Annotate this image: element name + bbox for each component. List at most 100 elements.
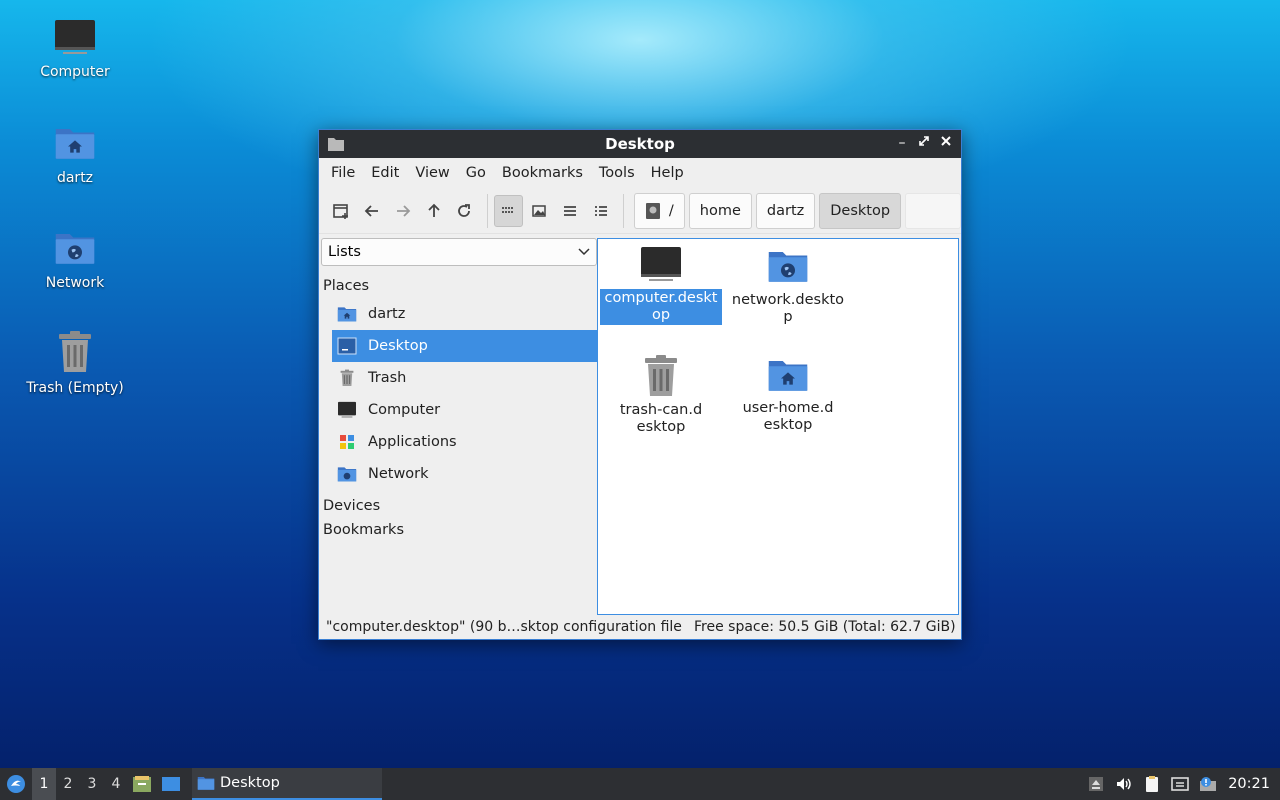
breadcrumb-desktop[interactable]: Desktop xyxy=(819,192,902,229)
home-folder-icon xyxy=(766,354,810,396)
network-status-icon xyxy=(1171,777,1190,791)
back-button[interactable] xyxy=(358,195,387,227)
desktop-icon-computer[interactable]: Computer xyxy=(20,18,130,80)
breadcrumb-dartz[interactable]: dartz xyxy=(755,192,816,229)
menu-go[interactable]: Go xyxy=(458,165,494,181)
close-icon[interactable] xyxy=(939,135,953,151)
window-titlebar[interactable]: Desktop – xyxy=(319,130,961,158)
desktop-icon-home[interactable]: dartz xyxy=(20,122,130,186)
file-manager-window: Desktop – File Edit View Go Bookmarks To… xyxy=(318,129,962,640)
start-menu-button[interactable] xyxy=(0,768,32,800)
new-tab-button[interactable] xyxy=(327,195,356,227)
workspace-1[interactable]: 1 xyxy=(32,768,56,800)
toolbar-separator xyxy=(623,193,624,228)
eject-button[interactable] xyxy=(1082,768,1110,800)
sidebar-item-dartz[interactable]: dartz xyxy=(332,298,597,330)
file-item-computer[interactable]: computer.desktop xyxy=(600,245,722,325)
sidebar-mode-value: Lists xyxy=(328,244,361,260)
network-folder-icon xyxy=(336,464,358,484)
desktop-icon-label: Network xyxy=(45,275,105,291)
sidebar-mode-select[interactable]: Lists xyxy=(321,238,597,266)
menubar: File Edit View Go Bookmarks Tools Help xyxy=(319,158,961,188)
sidebar-item-label: Desktop xyxy=(368,338,428,354)
toolbar: / home dartz Desktop xyxy=(319,188,962,234)
network-status-button[interactable] xyxy=(1166,768,1194,800)
file-item-network[interactable]: network.desktop xyxy=(727,245,849,327)
sidebar-item-computer[interactable]: Computer xyxy=(332,394,597,426)
clock[interactable]: 20:21 xyxy=(1222,776,1280,792)
task-button-label: Desktop xyxy=(220,775,280,791)
file-item-trash[interactable]: trash-can.desktop xyxy=(600,354,722,436)
detailed-list-view-icon xyxy=(594,205,607,216)
up-icon xyxy=(428,203,440,217)
desktop-icon-label: dartz xyxy=(56,170,94,186)
sidebar: Lists Places dartz Desktop Trash Compute… xyxy=(321,238,597,613)
network-folder-icon xyxy=(53,227,97,269)
thumbnail-view-button[interactable] xyxy=(525,195,554,227)
bookmarks-header[interactable]: Bookmarks xyxy=(321,518,597,542)
sidebar-item-trash[interactable]: Trash xyxy=(332,362,597,394)
update-notifier-icon xyxy=(1200,777,1217,791)
notifications-button[interactable] xyxy=(1194,768,1222,800)
icon-view-icon xyxy=(502,206,514,213)
status-free-space: Free space: 50.5 GiB (Total: 62.7 GiB) xyxy=(694,619,956,635)
icon-view-button[interactable] xyxy=(493,194,523,227)
file-view[interactable]: computer.desktop network.desktop trash-c… xyxy=(597,238,959,615)
volume-button[interactable] xyxy=(1110,768,1138,800)
computer-icon xyxy=(338,401,356,418)
computer-icon xyxy=(55,20,95,54)
desktop-icon-label: Computer xyxy=(40,64,110,80)
menu-view[interactable]: View xyxy=(407,165,457,181)
sidebar-item-label: dartz xyxy=(368,306,406,322)
folder-icon xyxy=(196,774,216,792)
launcher-show-desktop[interactable] xyxy=(156,768,186,800)
forward-button[interactable] xyxy=(389,195,418,227)
desktop-icon-trash[interactable]: Trash (Empty) xyxy=(20,330,130,396)
back-icon xyxy=(364,204,379,217)
desktop-icon-network[interactable]: Network xyxy=(20,227,130,291)
sidebar-item-network[interactable]: Network xyxy=(332,458,597,490)
menu-bookmarks[interactable]: Bookmarks xyxy=(494,165,591,181)
compact-view-button[interactable] xyxy=(555,195,584,227)
chevron-down-icon xyxy=(578,248,590,256)
clipboard-icon xyxy=(1146,776,1159,792)
task-button-desktop[interactable]: Desktop xyxy=(192,768,382,800)
file-name: network.desktop xyxy=(731,292,845,325)
status-selection: "computer.desktop" (90 b…sktop configura… xyxy=(326,619,682,635)
sidebar-item-label: Network xyxy=(368,466,429,482)
file-manager-icon xyxy=(133,776,151,792)
breadcrumb-root[interactable]: / xyxy=(633,192,685,229)
breadcrumb-home[interactable]: home xyxy=(688,192,752,229)
reload-button[interactable] xyxy=(450,195,479,227)
trash-icon xyxy=(340,369,354,386)
file-item-user-home[interactable]: user-home.desktop xyxy=(727,354,849,434)
menu-tools[interactable]: Tools xyxy=(591,165,643,181)
minimize-icon[interactable]: – xyxy=(895,135,909,151)
sidebar-item-applications[interactable]: Applications xyxy=(332,426,597,458)
detailed-list-view-button[interactable] xyxy=(586,195,615,227)
compact-view-icon xyxy=(563,205,576,216)
workspace-2[interactable]: 2 xyxy=(56,768,80,800)
sidebar-item-desktop[interactable]: Desktop xyxy=(332,330,597,362)
home-folder-icon xyxy=(53,122,97,164)
drive-icon xyxy=(645,202,660,219)
eject-icon xyxy=(1089,777,1104,791)
maximize-icon[interactable] xyxy=(917,135,931,151)
workspace-3[interactable]: 3 xyxy=(80,768,104,800)
sidebar-item-label: Applications xyxy=(368,434,457,450)
forward-icon xyxy=(396,204,411,217)
launcher-file-manager[interactable] xyxy=(128,768,156,800)
devices-header[interactable]: Devices xyxy=(321,490,597,518)
menu-help[interactable]: Help xyxy=(643,165,692,181)
file-name: user-home.desktop xyxy=(742,400,834,433)
reload-icon xyxy=(458,203,471,217)
menu-file[interactable]: File xyxy=(323,165,363,181)
workspace-4[interactable]: 4 xyxy=(104,768,128,800)
statusbar: "computer.desktop" (90 b…sktop configura… xyxy=(319,615,961,639)
menu-edit[interactable]: Edit xyxy=(363,165,407,181)
breadcrumb-root-label: / xyxy=(668,202,674,219)
up-button[interactable] xyxy=(419,195,448,227)
applications-icon xyxy=(340,435,354,449)
clipboard-button[interactable] xyxy=(1138,768,1166,800)
places-header[interactable]: Places xyxy=(321,274,597,298)
